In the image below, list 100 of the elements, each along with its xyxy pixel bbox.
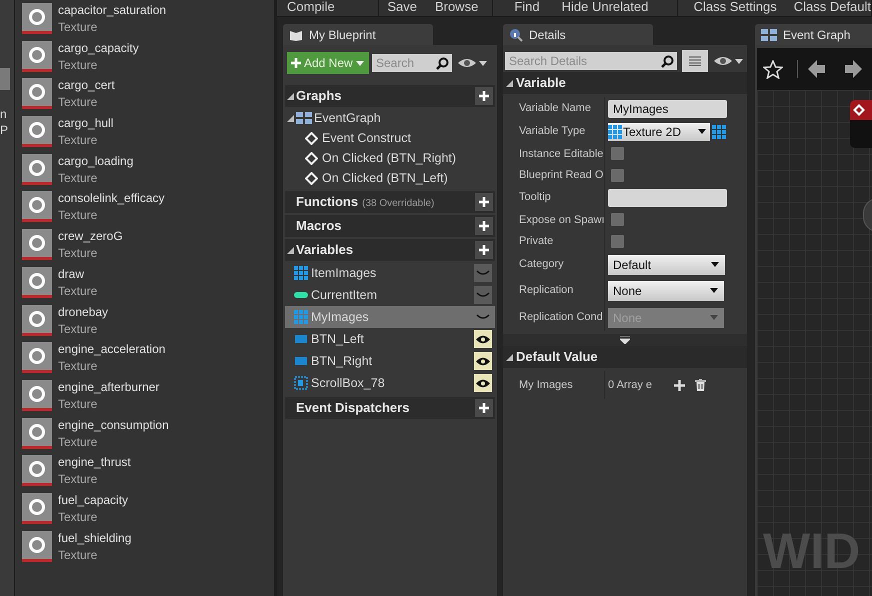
asset-name: draw [58,266,86,283]
asset-type: Texture [58,396,98,413]
texture-thumbnail[interactable] [22,304,52,336]
panel-tab[interactable]: Details [503,24,653,45]
add-button[interactable] [475,193,493,211]
panel-tab[interactable]: Event Graph [755,24,872,45]
add-button[interactable] [475,399,493,417]
texture-thumbnail[interactable] [22,116,52,148]
toolbar-button[interactable]: Browse [434,0,478,14]
toolbar-button[interactable]: Find [514,0,540,14]
container-type-button[interactable] [712,124,726,138]
texture-thumbnail[interactable] [22,40,52,72]
section-header[interactable]: Variable [503,72,747,94]
back-button[interactable] [797,60,825,78]
add-element-button[interactable] [674,380,685,390]
texture-thumbnail[interactable] [22,3,52,34]
view-options-button[interactable] [457,57,487,69]
section-header[interactable]: Macros [285,215,495,237]
variable-item[interactable]: CurrentItem [285,284,495,306]
variable-item[interactable]: ItemImages [285,262,495,284]
plus-icon [479,91,489,101]
magnifier-info-icon [509,28,523,42]
graph-icon [296,111,312,125]
toolbar-button[interactable]: Hide Unrelated [562,0,648,14]
diamond-icon [305,172,318,184]
text-field[interactable] [608,188,727,206]
book-icon [289,28,303,40]
dropdown[interactable]: None [608,280,724,300]
view-options-button[interactable] [713,55,743,67]
favorite-star-button[interactable] [763,60,783,78]
variable-item[interactable]: ScrollBox_78 [285,372,495,394]
toolbar-button[interactable]: Class Settings [694,0,777,14]
asset-name: engine_afterburner [58,378,160,396]
texture-thumbnail[interactable] [22,342,52,374]
variable-item[interactable]: BTN_Right [285,350,495,372]
section-header[interactable]: Functions (38 Overridable) [285,191,495,213]
event-item[interactable]: On Clicked (BTN_Left) [285,168,495,188]
hidden-eye-toggle[interactable] [474,286,492,304]
checkbox[interactable] [611,213,624,226]
graph-item[interactable]: EventGraph [285,108,495,128]
list-view-button[interactable] [682,50,708,72]
visible-eye-toggle[interactable] [474,330,492,348]
texture-thumbnail[interactable] [22,191,52,222]
search-icon [661,54,674,68]
section-header[interactable]: Default Value [503,346,747,368]
type-dropdown[interactable]: Texture 2D [608,122,710,140]
diamond-icon [305,132,318,144]
event-item[interactable]: On Clicked (BTN_Right) [285,148,495,168]
category-dropdown[interactable]: Default [608,254,725,274]
search-field[interactable]: Search Details [505,52,677,70]
add-button[interactable] [475,87,493,105]
texture-thumbnail[interactable] [22,78,52,110]
eye-icon [476,334,490,344]
checkbox[interactable] [611,234,624,248]
event-item[interactable]: Event Construct [285,128,495,148]
forward-button[interactable] [845,60,862,78]
caret-icon [710,315,718,320]
right-arrow-icon [845,60,862,78]
visible-eye-toggle[interactable] [474,352,492,370]
delete-button[interactable] [695,379,706,391]
panel-tab[interactable]: My Blueprint [283,24,433,45]
variable-item[interactable]: BTN_Left [285,328,495,350]
texture-thumbnail[interactable] [22,492,52,524]
asset-name: consolelink_efficacy [58,190,165,208]
asset-name: dronebay [58,304,108,320]
property-label: Instance Editable [519,146,604,162]
variable-item[interactable]: MyImages [285,306,495,328]
texture-thumbnail[interactable] [22,455,52,486]
visible-eye-toggle[interactable] [474,374,492,392]
texture-thumbnail[interactable] [22,418,52,449]
section-header[interactable]: Event Dispatchers [285,397,495,419]
section-header[interactable]: Variables [285,239,495,261]
asset-type: Texture [58,132,98,150]
texture-thumbnail[interactable] [22,380,52,411]
asset-name: crew_zeroG [58,228,123,246]
texture-thumbnail[interactable] [22,266,52,298]
texture-thumbnail[interactable] [22,530,52,562]
asset-type: Texture [58,358,98,376]
asset-name: fuel_shielding [58,530,132,547]
caret-icon [711,262,719,267]
grid-icon [294,266,308,280]
asset-name: capacitor_saturation [58,2,166,19]
checkbox[interactable] [611,168,624,182]
eye-icon [457,57,477,69]
text-field[interactable]: MyImages [608,100,727,118]
toolbar-button[interactable]: Class Default [794,0,872,14]
hidden-eye-toggle[interactable] [474,264,492,282]
texture-thumbnail[interactable] [22,229,52,260]
texture-thumbnail[interactable] [22,154,52,185]
section-header[interactable]: Graphs [285,85,495,107]
asset-name: fuel_capacity [58,492,128,509]
star-icon [763,60,783,78]
property-label: Variable Name [519,101,591,116]
property-label: Blueprint Read O [519,168,604,183]
add-button[interactable] [475,217,493,235]
search-field[interactable]: Search [372,54,452,72]
checkbox[interactable] [611,147,624,160]
toolbar-button[interactable]: Compile [287,0,335,14]
toolbar-button[interactable]: Save [387,0,417,14]
add-button[interactable] [475,241,493,259]
